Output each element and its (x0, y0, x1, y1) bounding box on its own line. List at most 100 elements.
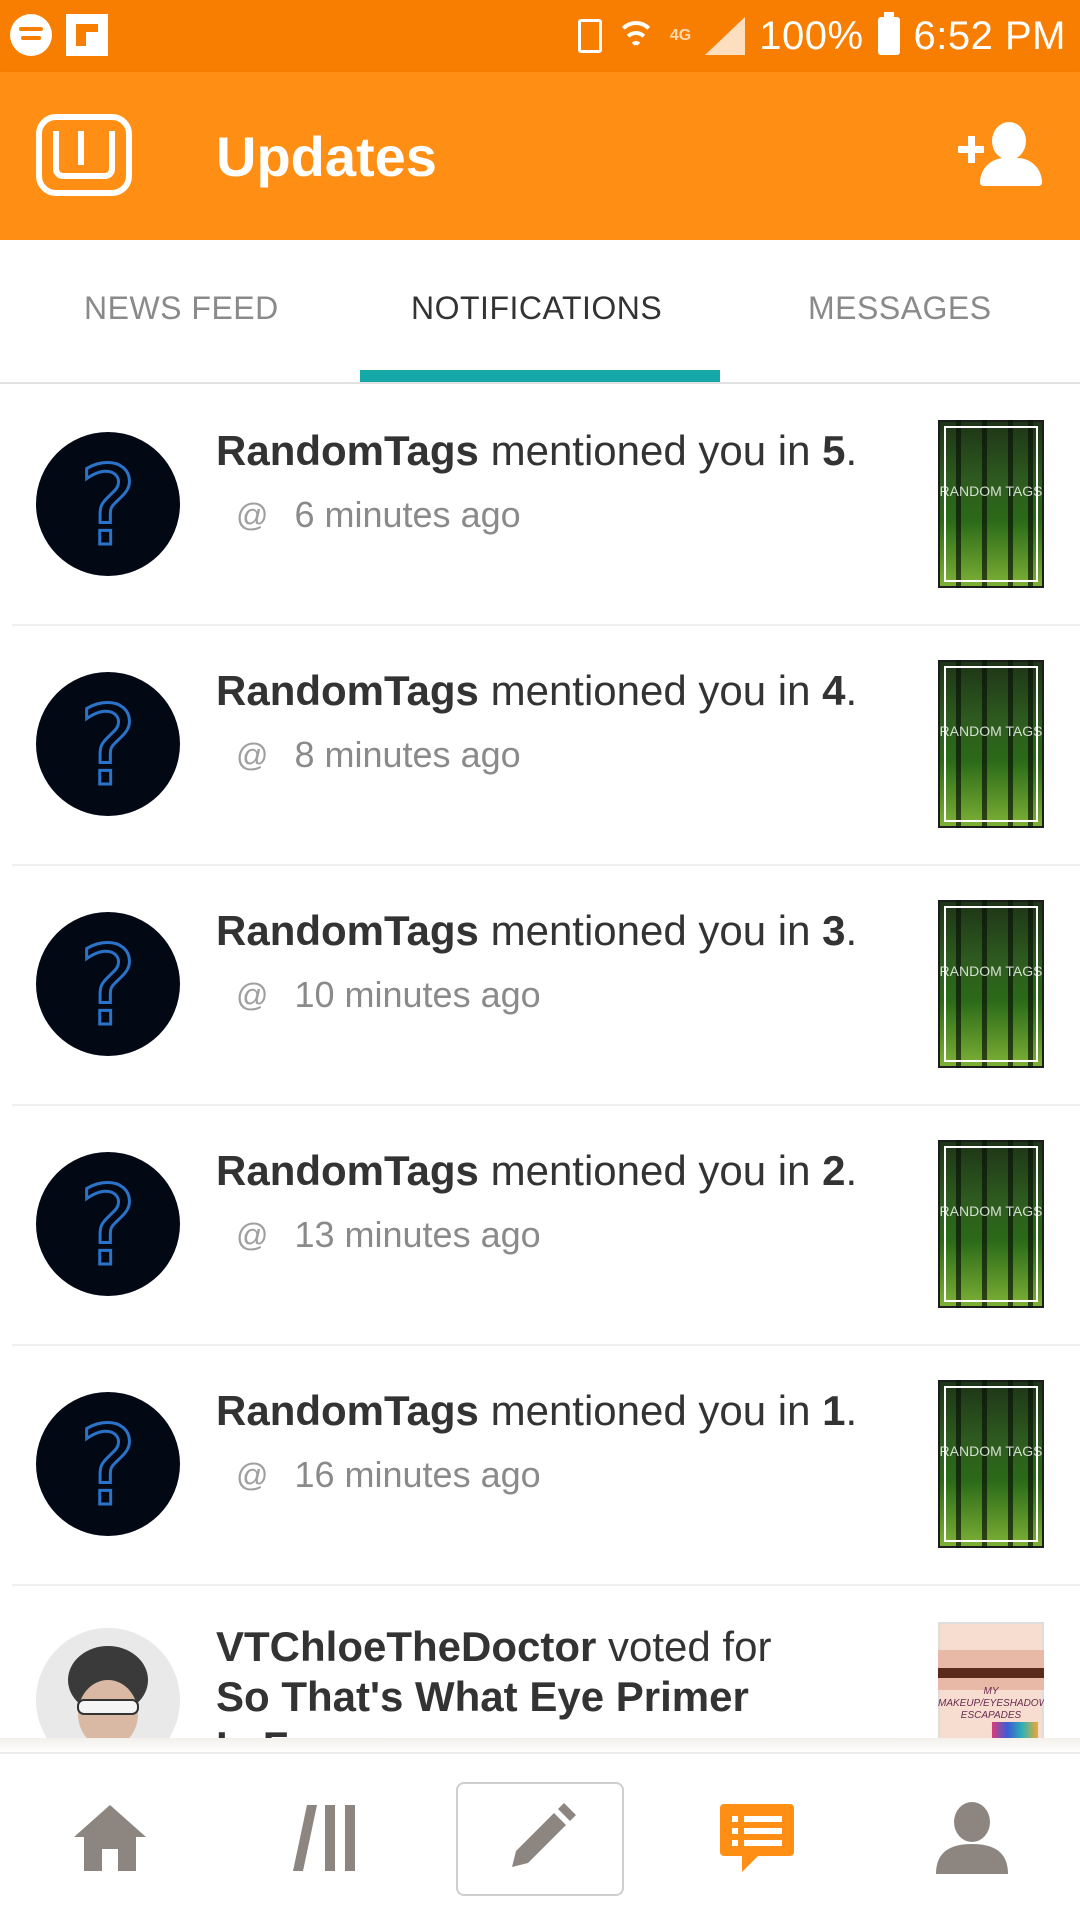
nav-write-button[interactable] (456, 1782, 624, 1896)
notification-target: So That's What Eye Primer Is For (216, 1673, 749, 1738)
nav-notifications-button[interactable] (702, 1780, 812, 1896)
notification-text: RandomTags mentioned you in 1. (216, 1387, 858, 1434)
wifi-icon (615, 19, 656, 53)
notification-action: mentioned you in (490, 1387, 811, 1434)
nav-profile-button[interactable] (920, 1780, 1024, 1896)
notification-text: RandomTags mentioned you in 5. (216, 427, 858, 474)
notification-action: mentioned you in (490, 667, 811, 714)
notification-user: RandomTags (216, 1147, 479, 1194)
notification-meta: @ 8 minutes ago (236, 734, 521, 776)
app-bar: Updates (0, 72, 1080, 240)
cover-title: RANDOM TAGS (939, 723, 1043, 739)
tab-bar: NEWS FEED NOTIFICATIONS MESSAGES (0, 240, 1080, 384)
notification-action: mentioned you in (490, 1147, 811, 1194)
story-cover-thumbnail[interactable]: RANDOM TAGS (938, 900, 1044, 1068)
notification-target: 4 (822, 667, 846, 714)
notification-meta: @ 10 minutes ago (236, 974, 541, 1016)
notification-time: 10 minutes ago (294, 974, 541, 1015)
notification-target: 2 (822, 1147, 846, 1194)
notification-meta: @ 16 minutes ago (236, 1454, 541, 1496)
cover-title: RANDOM TAGS (939, 1203, 1043, 1219)
mention-icon: @ (236, 496, 269, 533)
home-icon (74, 1805, 146, 1871)
notification-time: 16 minutes ago (294, 1454, 541, 1495)
notifications-chat-icon (720, 1804, 794, 1872)
notification-meta: @ 6 minutes ago (236, 494, 521, 536)
notification-text: RandomTags mentioned you in 3. (216, 907, 858, 954)
notification-time: 8 minutes ago (294, 734, 521, 775)
notification-user: RandomTags (216, 427, 479, 474)
story-cover-thumbnail[interactable]: RANDOM TAGS (938, 1140, 1044, 1308)
nav-home-button[interactable] (62, 1780, 158, 1896)
notification-time: 6 minutes ago (294, 494, 521, 535)
notifications-list: ? RandomTags mentioned you in 5. @ 6 min… (0, 386, 1080, 1738)
status-bar: 4G 100% 6:52 PM (0, 0, 1080, 72)
notification-action: voted for (608, 1623, 772, 1670)
notification-meta: @ 13 minutes ago (236, 1214, 541, 1256)
notification-user: RandomTags (216, 667, 479, 714)
spotify-icon (10, 14, 52, 56)
tab-notifications[interactable]: NOTIFICATIONS (411, 290, 662, 327)
tab-news-feed[interactable]: NEWS FEED (84, 290, 279, 327)
battery-icon (877, 12, 900, 55)
avatar[interactable]: ? (36, 1392, 180, 1536)
page-title: Updates (216, 125, 437, 188)
notification-row[interactable]: VTChloeTheDoctor voted for So That's Wha… (0, 1586, 1080, 1738)
mention-icon: @ (236, 1216, 269, 1253)
story-cover-thumbnail[interactable]: MY MAKEUP/EYESHADOW ESCAPADES (938, 1622, 1044, 1738)
notification-row[interactable]: ? RandomTags mentioned you in 5. @ 6 min… (0, 386, 1080, 626)
bottom-navigation (0, 1752, 1080, 1920)
signal-icon (705, 17, 746, 55)
notification-time: 13 minutes ago (294, 1214, 541, 1255)
story-cover-thumbnail[interactable]: RANDOM TAGS (938, 420, 1044, 588)
notification-user: VTChloeTheDoctor (216, 1623, 597, 1670)
notification-target: 3 (822, 907, 846, 954)
clock: 6:52 PM (913, 13, 1066, 58)
svg-text:?: ? (79, 1162, 137, 1290)
notification-action: mentioned you in (490, 427, 811, 474)
write-pencil-icon (512, 1803, 576, 1867)
notification-row[interactable]: ? RandomTags mentioned you in 1. @ 16 mi… (0, 1346, 1080, 1586)
notification-target: 1 (822, 1387, 846, 1434)
story-cover-thumbnail[interactable]: RANDOM TAGS (938, 660, 1044, 828)
network-type: 4G (669, 27, 692, 44)
svg-text:?: ? (79, 922, 137, 1050)
cover-title: MY MAKEUP/EYESHADOW ESCAPADES (938, 1686, 1044, 1721)
mention-icon: @ (236, 736, 269, 773)
notification-row[interactable]: ? RandomTags mentioned you in 4. @ 8 min… (0, 626, 1080, 866)
story-cover-thumbnail[interactable]: RANDOM TAGS (938, 1380, 1044, 1548)
cover-title: RANDOM TAGS (939, 963, 1043, 979)
cover-title: RANDOM TAGS (939, 483, 1043, 499)
notification-target: 5 (822, 427, 846, 474)
library-icon (293, 1805, 355, 1871)
avatar[interactable]: ? (36, 912, 180, 1056)
tab-messages[interactable]: MESSAGES (808, 290, 992, 327)
notification-row[interactable]: ? RandomTags mentioned you in 2. @ 13 mi… (0, 1106, 1080, 1346)
add-friend-icon[interactable] (958, 122, 1042, 188)
notification-row[interactable]: ? RandomTags mentioned you in 3. @ 10 mi… (0, 866, 1080, 1106)
notification-user: RandomTags (216, 907, 479, 954)
notification-user: RandomTags (216, 1387, 479, 1434)
mention-icon: @ (236, 976, 269, 1013)
nav-library-button[interactable] (274, 1780, 378, 1896)
svg-text:?: ? (79, 1402, 137, 1530)
notification-action: mentioned you in (490, 907, 811, 954)
battery-saver-icon (577, 19, 602, 53)
avatar[interactable] (36, 1628, 180, 1738)
flipboard-icon (66, 14, 108, 56)
svg-text:?: ? (79, 682, 137, 810)
list-bottom-fade (0, 1738, 1080, 1752)
avatar[interactable]: ? (36, 672, 180, 816)
notification-text: VTChloeTheDoctor voted for So That's Wha… (216, 1622, 776, 1738)
profile-icon (936, 1802, 1008, 1874)
active-tab-indicator (360, 370, 720, 382)
notification-text: RandomTags mentioned you in 2. (216, 1147, 858, 1194)
avatar[interactable]: ? (36, 432, 180, 576)
svg-text:?: ? (79, 442, 137, 570)
mention-icon: @ (236, 1456, 269, 1493)
wattpad-logo-icon[interactable] (36, 114, 132, 196)
battery-percent: 100% (759, 13, 864, 58)
cover-title: RANDOM TAGS (939, 1443, 1043, 1459)
notification-text: RandomTags mentioned you in 4. (216, 667, 858, 714)
avatar[interactable]: ? (36, 1152, 180, 1296)
